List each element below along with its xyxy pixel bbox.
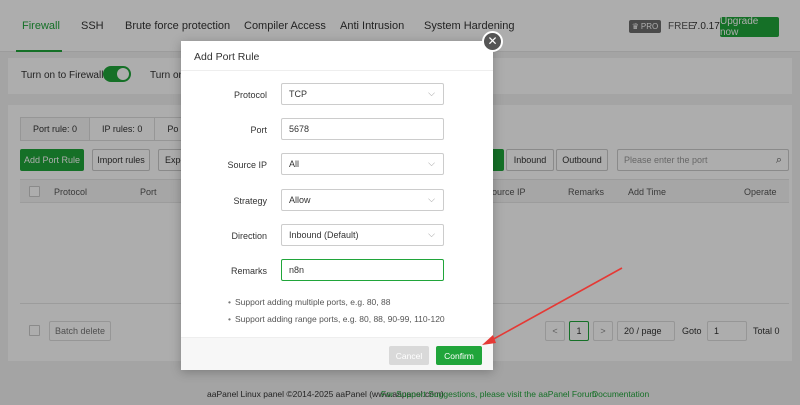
source-ip-label: Source IP bbox=[227, 160, 267, 170]
chevron-down-icon: ⌵ bbox=[428, 158, 435, 168]
strategy-label: Strategy bbox=[233, 196, 267, 206]
direction-value: Inbound (Default) bbox=[289, 230, 359, 240]
cancel-button[interactable]: Cancel bbox=[389, 346, 429, 365]
source-ip-select[interactable]: All ⌵ bbox=[281, 153, 444, 175]
dialog-title: Add Port Rule bbox=[194, 51, 260, 63]
chevron-down-icon: ⌵ bbox=[428, 229, 435, 239]
protocol-label: Protocol bbox=[233, 90, 267, 100]
port-value: 5678 bbox=[289, 124, 310, 134]
dialog-footer: Cancel Confirm bbox=[181, 337, 493, 370]
remarks-value: n8n bbox=[289, 265, 305, 275]
confirm-button[interactable]: Confirm bbox=[436, 346, 482, 365]
remarks-input[interactable]: n8n bbox=[281, 259, 444, 281]
add-port-rule-dialog: Add Port Rule Protocol TCP ⌵ Port 5678 S… bbox=[181, 41, 493, 370]
strategy-value: Allow bbox=[289, 195, 311, 205]
strategy-select[interactable]: Allow ⌵ bbox=[281, 189, 444, 211]
port-label: Port bbox=[250, 125, 267, 135]
protocol-value: TCP bbox=[289, 89, 307, 99]
direction-label: Direction bbox=[231, 231, 267, 241]
chevron-down-icon: ⌵ bbox=[428, 88, 435, 98]
hint-multiple-ports: Support adding multiple ports, e.g. 80, … bbox=[228, 297, 390, 307]
remarks-label: Remarks bbox=[230, 266, 267, 276]
source-ip-value: All bbox=[289, 159, 300, 169]
close-icon[interactable]: ✕ bbox=[482, 31, 503, 52]
dialog-header-divider bbox=[181, 70, 493, 71]
protocol-select[interactable]: TCP ⌵ bbox=[281, 83, 444, 105]
hint-range-ports: Support adding range ports, e.g. 80, 88,… bbox=[228, 314, 445, 324]
port-input[interactable]: 5678 bbox=[281, 118, 444, 140]
direction-select[interactable]: Inbound (Default) ⌵ bbox=[281, 224, 444, 246]
chevron-down-icon: ⌵ bbox=[428, 194, 435, 204]
